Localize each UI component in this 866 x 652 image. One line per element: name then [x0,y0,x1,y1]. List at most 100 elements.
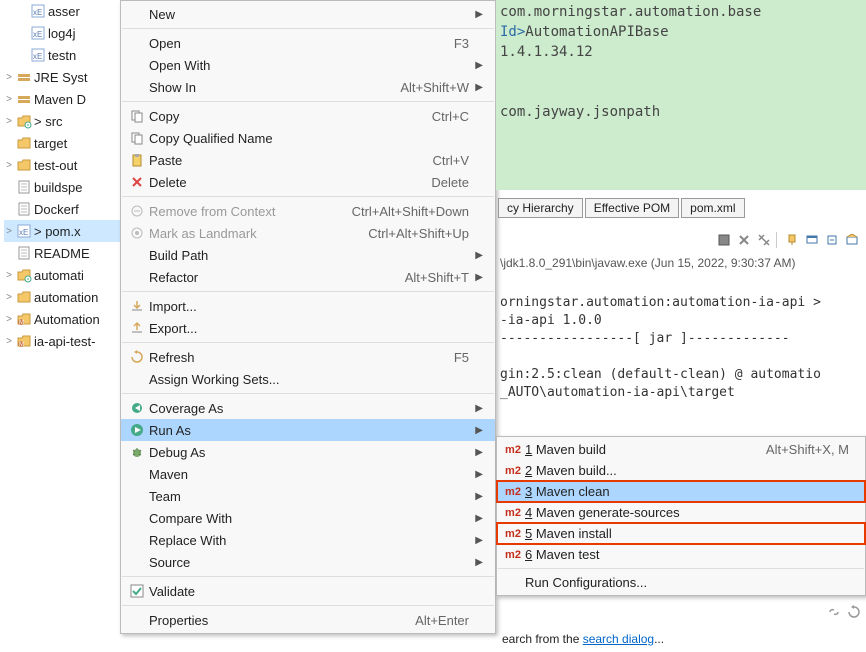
menu-item[interactable]: Replace With▶ [121,529,495,551]
file-icon [16,179,32,195]
menu-item[interactable]: DeleteDelete [121,171,495,193]
display-icon[interactable] [804,232,820,248]
menu-item[interactable]: Coverage As▶ [121,397,495,419]
maven-icon: m2 [501,549,525,561]
console-line: _AUTO\automation-ia-api\target [500,384,862,402]
run-as-submenu[interactable]: m21 Maven buildAlt+Shift+X, Mm22 Maven b… [496,436,866,596]
expand-arrow[interactable]: > [4,226,14,237]
menu-item[interactable]: RefactorAlt+Shift+T▶ [121,266,495,288]
menu-item[interactable]: Export... [121,317,495,339]
console-header: \jdk1.8.0_291\bin\javaw.exe (Jun 15, 202… [500,254,862,272]
delete-icon [125,175,149,189]
file-icon [16,201,32,217]
context-menu[interactable]: New▶ OpenF3Open With▶Show InAlt+Shift+W▶ C… [120,0,496,634]
expand-arrow[interactable]: > [4,72,14,83]
close-icon[interactable] [736,232,752,248]
submenu-item[interactable]: m23 Maven clean [497,481,865,502]
menu-item[interactable]: Debug As▶ [121,441,495,463]
maven-icon: m2 [501,465,525,477]
menu-item-label: Delete [149,175,431,190]
stop-icon[interactable] [716,232,732,248]
tree-item-label: Maven D [34,92,86,107]
editor-tab[interactable]: Effective POM [585,198,679,218]
menu-item[interactable]: Import... [121,295,495,317]
menu-item[interactable]: PropertiesAlt+Enter [121,609,495,631]
editor-line: 1.4.1.34.12 [500,42,866,62]
xml-icon: xE [16,223,32,239]
console-line [500,348,862,366]
menu-item-shortcut: Ctrl+V [433,153,469,168]
menu-separator [122,291,494,292]
menu-item[interactable]: RefreshF5 [121,346,495,368]
menu-separator [122,28,494,29]
check-icon [125,584,149,598]
menu-item[interactable]: OpenF3 [121,32,495,54]
menu-item[interactable]: PasteCtrl+V [121,149,495,171]
maven-icon: m2 [501,444,525,456]
editor-tabs[interactable]: cy HierarchyEffective POMpom.xml [496,196,866,220]
remove-ctx-icon [125,204,149,218]
menu-item[interactable]: Open With▶ [121,54,495,76]
file-icon [16,245,32,261]
submenu-item[interactable]: m26 Maven test [497,544,865,565]
menu-item[interactable]: CopyCtrl+C [121,105,495,127]
project-tree[interactable]: xEasserxElog4jxEtestn>JRE Syst>Maven D>>… [0,0,140,352]
menu-separator [122,342,494,343]
close-all-icon[interactable] [756,232,772,248]
refresh-icon [125,350,149,364]
menu-item-label: Export... [149,321,469,336]
open-console-icon[interactable] [844,232,860,248]
tree-item-label: asser [48,4,80,19]
menu-item-label: Replace With [149,533,469,548]
expand-arrow[interactable]: > [4,94,14,105]
menu-item-label: Copy [149,109,432,124]
search-dialog-link[interactable]: search dialog [583,632,654,646]
submenu-item[interactable]: m22 Maven build... [497,460,865,481]
copy-icon [125,109,149,123]
debug-icon [125,445,149,459]
folder-icon [16,157,32,173]
expand-arrow[interactable]: > [4,336,14,347]
menu-item-label: Compare With [149,511,469,526]
console-toolbar[interactable] [496,228,866,252]
console-output[interactable]: \jdk1.8.0_291\bin\javaw.exe (Jun 15, 202… [496,252,866,404]
menu-item[interactable]: Assign Working Sets... [121,368,495,390]
refresh2-icon[interactable] [846,604,862,620]
expand-arrow[interactable]: > [4,292,14,303]
menu-item-label: Maven [149,467,469,482]
expand-arrow[interactable]: > [4,314,14,325]
scroll-lock-icon[interactable] [824,232,840,248]
menu-item-shortcut: F3 [454,36,469,51]
expand-arrow[interactable]: > [4,160,14,171]
expand-arrow[interactable]: > [4,270,14,281]
menu-item[interactable]: Build Path▶ [121,244,495,266]
submenu-item[interactable]: m24 Maven generate-sources [497,502,865,523]
menu-item: Remove from ContextCtrl+Alt+Shift+Down [121,200,495,222]
xml-editor[interactable]: com.morningstar.automation.baseId>Automa… [496,0,866,190]
submenu-item[interactable]: Run Configurations... [497,572,865,593]
expand-arrow[interactable]: > [4,116,14,127]
menu-item[interactable]: New▶ [121,3,495,25]
editor-tab[interactable]: pom.xml [681,198,744,218]
submenu-arrow-icon: ▶ [473,447,483,458]
submenu-item[interactable]: m21 Maven buildAlt+Shift+X, M [497,439,865,460]
link-icon[interactable] [826,604,842,620]
menu-item[interactable]: Run As▶ [121,419,495,441]
toolbar-separator [776,232,780,248]
tree-item-label: testn [48,48,76,63]
menu-item[interactable]: Compare With▶ [121,507,495,529]
menu-item[interactable]: Copy Qualified Name [121,127,495,149]
copy-icon [125,131,149,145]
menu-item[interactable]: Validate [121,580,495,602]
export-icon [125,321,149,335]
menu-item[interactable]: Team▶ [121,485,495,507]
lib-icon [16,91,32,107]
menu-item[interactable]: Source▶ [121,551,495,573]
bottom-toolbar[interactable] [826,604,862,620]
pin-icon[interactable] [784,232,800,248]
submenu-item[interactable]: m25 Maven install [497,523,865,544]
menu-item[interactable]: Maven▶ [121,463,495,485]
editor-tab[interactable]: cy Hierarchy [498,198,583,218]
maven-icon: m2 [501,528,525,540]
menu-item[interactable]: Show InAlt+Shift+W▶ [121,76,495,98]
